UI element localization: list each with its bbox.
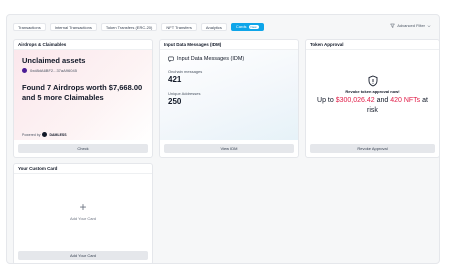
wallet-address: 0xd8dA6BF2...37aA96045: [30, 68, 77, 73]
revoke-prompt: Revoke token approval now!: [345, 89, 400, 94]
idm-card-body: Input Data Messages (IDM) Onchain messag…: [160, 50, 298, 140]
check-button[interactable]: Check: [18, 144, 148, 153]
custom-card-header: Your Custom Card: [14, 164, 152, 174]
tab-bar: Transactions Internal Transactions Token…: [13, 21, 264, 33]
risk-amount: $300,026.42: [335, 97, 375, 104]
idm-title-label: Input Data Messages (IDM): [177, 56, 245, 62]
tab-nft-transfers[interactable]: NFT Transfers: [161, 23, 197, 31]
airdrops-card-body: Unclaimed assets 0xd8dA6BF2...37aA96045 …: [14, 50, 152, 140]
tab-cards[interactable]: Cards New: [230, 23, 264, 31]
tab-internal-transactions[interactable]: Internal Transactions: [49, 23, 97, 31]
token-approval-card: Token Approval Revoke token approval now…: [305, 39, 439, 158]
onchain-messages-label: Onchain messages: [168, 69, 203, 74]
idm-card: Input Data Messages (IDM) Input Data Mes…: [159, 39, 299, 158]
idm-card-header: Input Data Messages (IDM): [160, 40, 298, 50]
token-approval-header: Token Approval: [306, 40, 439, 50]
tab-transactions[interactable]: Transactions: [13, 23, 46, 31]
chevron-down-icon: [427, 24, 431, 27]
airdrops-summary-line1: Found 7 Airdrops worth $7,668.00: [22, 83, 143, 92]
onchain-messages-value: 421: [168, 75, 182, 84]
message-icon: [168, 56, 174, 62]
unclaimed-assets-title: Unclaimed assets: [22, 56, 86, 65]
tab-analytics[interactable]: Analytics: [200, 23, 227, 31]
tab-token-transfers[interactable]: Token Transfers (ERC-20): [100, 23, 158, 31]
unique-addresses-value: 250: [168, 97, 182, 106]
unique-addresses-label: Unique Addresses: [168, 91, 201, 96]
cards-panel: Transactions Internal Transactions Token…: [6, 14, 440, 264]
revoke-approval-button[interactable]: Revoke Approval: [310, 144, 435, 153]
custom-card: Your Custom Card + Add Your Card Add You…: [13, 163, 153, 263]
view-idm-button[interactable]: View IDM: [164, 144, 294, 153]
risk-nfts: 420 NFTs: [390, 97, 421, 104]
advanced-filter-button[interactable]: Advanced Filter: [390, 23, 431, 28]
risk-prefix: Up to: [317, 97, 336, 104]
add-card-area[interactable]: + Add Your Card: [14, 174, 152, 247]
risk-summary: Up to $300,026.42 and 420 NFTs at risk: [314, 96, 431, 116]
idm-title: Input Data Messages (IDM): [168, 56, 290, 62]
tab-cards-label: Cards: [235, 24, 247, 29]
advanced-filter-label: Advanced Filter: [397, 23, 425, 28]
new-badge: New: [248, 25, 259, 29]
damless-brand: DAMLESS: [49, 132, 67, 137]
token-approval-body: Revoke token approval now! Up to $300,02…: [306, 50, 439, 140]
plus-icon: +: [79, 199, 87, 214]
shield-warning-icon: [367, 74, 379, 87]
add-your-card-button[interactable]: Add Your Card: [18, 251, 148, 260]
airdrops-summary: Found 7 Airdrops worth $7,668.00 and 5 m…: [22, 83, 144, 103]
airdrops-card-header: Airdrops & Claimables: [14, 40, 152, 50]
airdrops-summary-line2: and 5 more Claimables: [22, 93, 104, 102]
airdrops-card: Airdrops & Claimables Unclaimed assets 0…: [13, 39, 153, 158]
powered-by: Powered by DAMLESS: [22, 132, 67, 137]
filter-icon: [390, 23, 396, 28]
risk-mid: and: [374, 97, 391, 104]
avatar: [22, 68, 27, 73]
damless-logo-icon: [42, 132, 48, 137]
address-row: 0xd8dA6BF2...37aA96045: [22, 68, 144, 73]
add-card-label: Add Your Card: [69, 215, 97, 221]
powered-by-label: Powered by: [22, 132, 41, 137]
